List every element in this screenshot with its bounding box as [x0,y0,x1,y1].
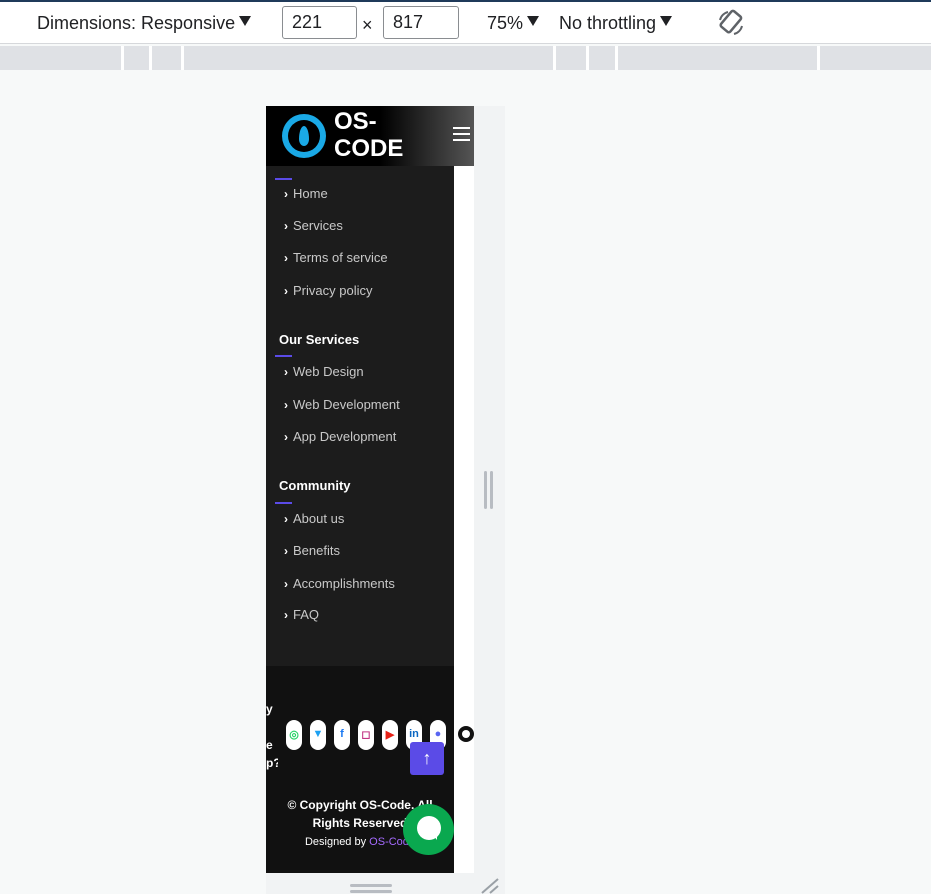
footer-link-benefits[interactable]: › Benefits [284,543,340,558]
caret-down-icon [660,16,673,26]
chevron-right-icon: › [284,398,288,412]
footer-link-about[interactable]: › About us [284,511,344,526]
twitter-icon[interactable]: ▼ [310,720,326,750]
page-viewport: OS-CODE › Home › Services › Terms of servic… [266,106,474,873]
section-title-services: Our Services [279,332,360,347]
brand-name[interactable]: OS-CODE [334,108,424,162]
footer-link-services[interactable]: › Services [284,218,343,233]
media-query-bar[interactable] [0,46,931,70]
section-divider [275,178,292,180]
chevron-right-icon: › [284,365,288,379]
dimensions-label: Dimensions: Responsive [37,13,236,33]
caret-down-icon [239,16,252,26]
height-input[interactable]: 817 [383,6,459,39]
chevron-right-icon: › [284,544,288,558]
footer-link-faq[interactable]: › FAQ [284,607,319,622]
facebook-icon[interactable]: f [334,720,350,750]
footer-links-section: › Home › Services › Terms of service › Priva… [266,166,454,666]
youtube-icon[interactable]: ▶ [382,720,398,750]
zoom-label: 75% [487,13,524,33]
chevron-right-icon: › [284,608,288,622]
times-sign: × [362,15,373,35]
instagram-icon[interactable]: ◻ [358,720,374,750]
device-frame: OS-CODE › Home › Services › Terms of servic… [266,106,505,894]
chevron-right-icon: › [284,219,288,233]
resize-corner-icon[interactable] [480,876,500,894]
whatsapp-icon[interactable]: ◎ [286,720,302,750]
throttling-label: No throttling [559,13,657,33]
newsletter-text-clipped: y e p? [266,702,278,770]
footer-link-accomplishments[interactable]: › Accomplishments [284,576,395,591]
chevron-right-icon: › [284,251,288,265]
footer-link-app-development[interactable]: › App Development [284,429,396,444]
caret-down-icon [527,16,540,26]
throttling-dropdown[interactable]: No throttling [559,13,673,34]
footer-link-web-development[interactable]: › Web Development [284,397,400,412]
chevron-right-icon: › [284,284,288,298]
section-divider [275,355,292,357]
chevron-right-icon: › [284,512,288,526]
chevron-right-icon: › [284,577,288,591]
footer-link-home[interactable]: › Home [284,186,328,201]
logo-icon[interactable] [282,114,326,158]
section-divider [275,502,292,504]
footer-link-terms[interactable]: › Terms of service [284,250,388,265]
chat-bubble-icon [417,816,441,840]
footer-link-web-design[interactable]: › Web Design [284,364,364,379]
site-header: OS-CODE [266,106,474,166]
device-toolbar: Dimensions: Responsive 221 × 817 75% No … [0,2,931,44]
hamburger-icon[interactable] [453,127,470,141]
rotate-icon[interactable] [716,8,746,38]
github-icon[interactable] [458,726,474,742]
chevron-right-icon: › [284,430,288,444]
resize-handle-bottom[interactable] [350,884,392,894]
section-title-community: Community [279,478,351,493]
back-to-top-button[interactable]: ↑ [410,742,444,775]
resize-handle-right[interactable] [484,471,494,509]
width-input[interactable]: 221 [282,6,357,39]
chat-widget-button[interactable] [403,804,454,855]
dimensions-dropdown[interactable]: Dimensions: Responsive [37,13,252,34]
footer-link-privacy[interactable]: › Privacy policy [284,283,372,298]
zoom-dropdown[interactable]: 75% [487,13,540,34]
chevron-right-icon: › [284,187,288,201]
